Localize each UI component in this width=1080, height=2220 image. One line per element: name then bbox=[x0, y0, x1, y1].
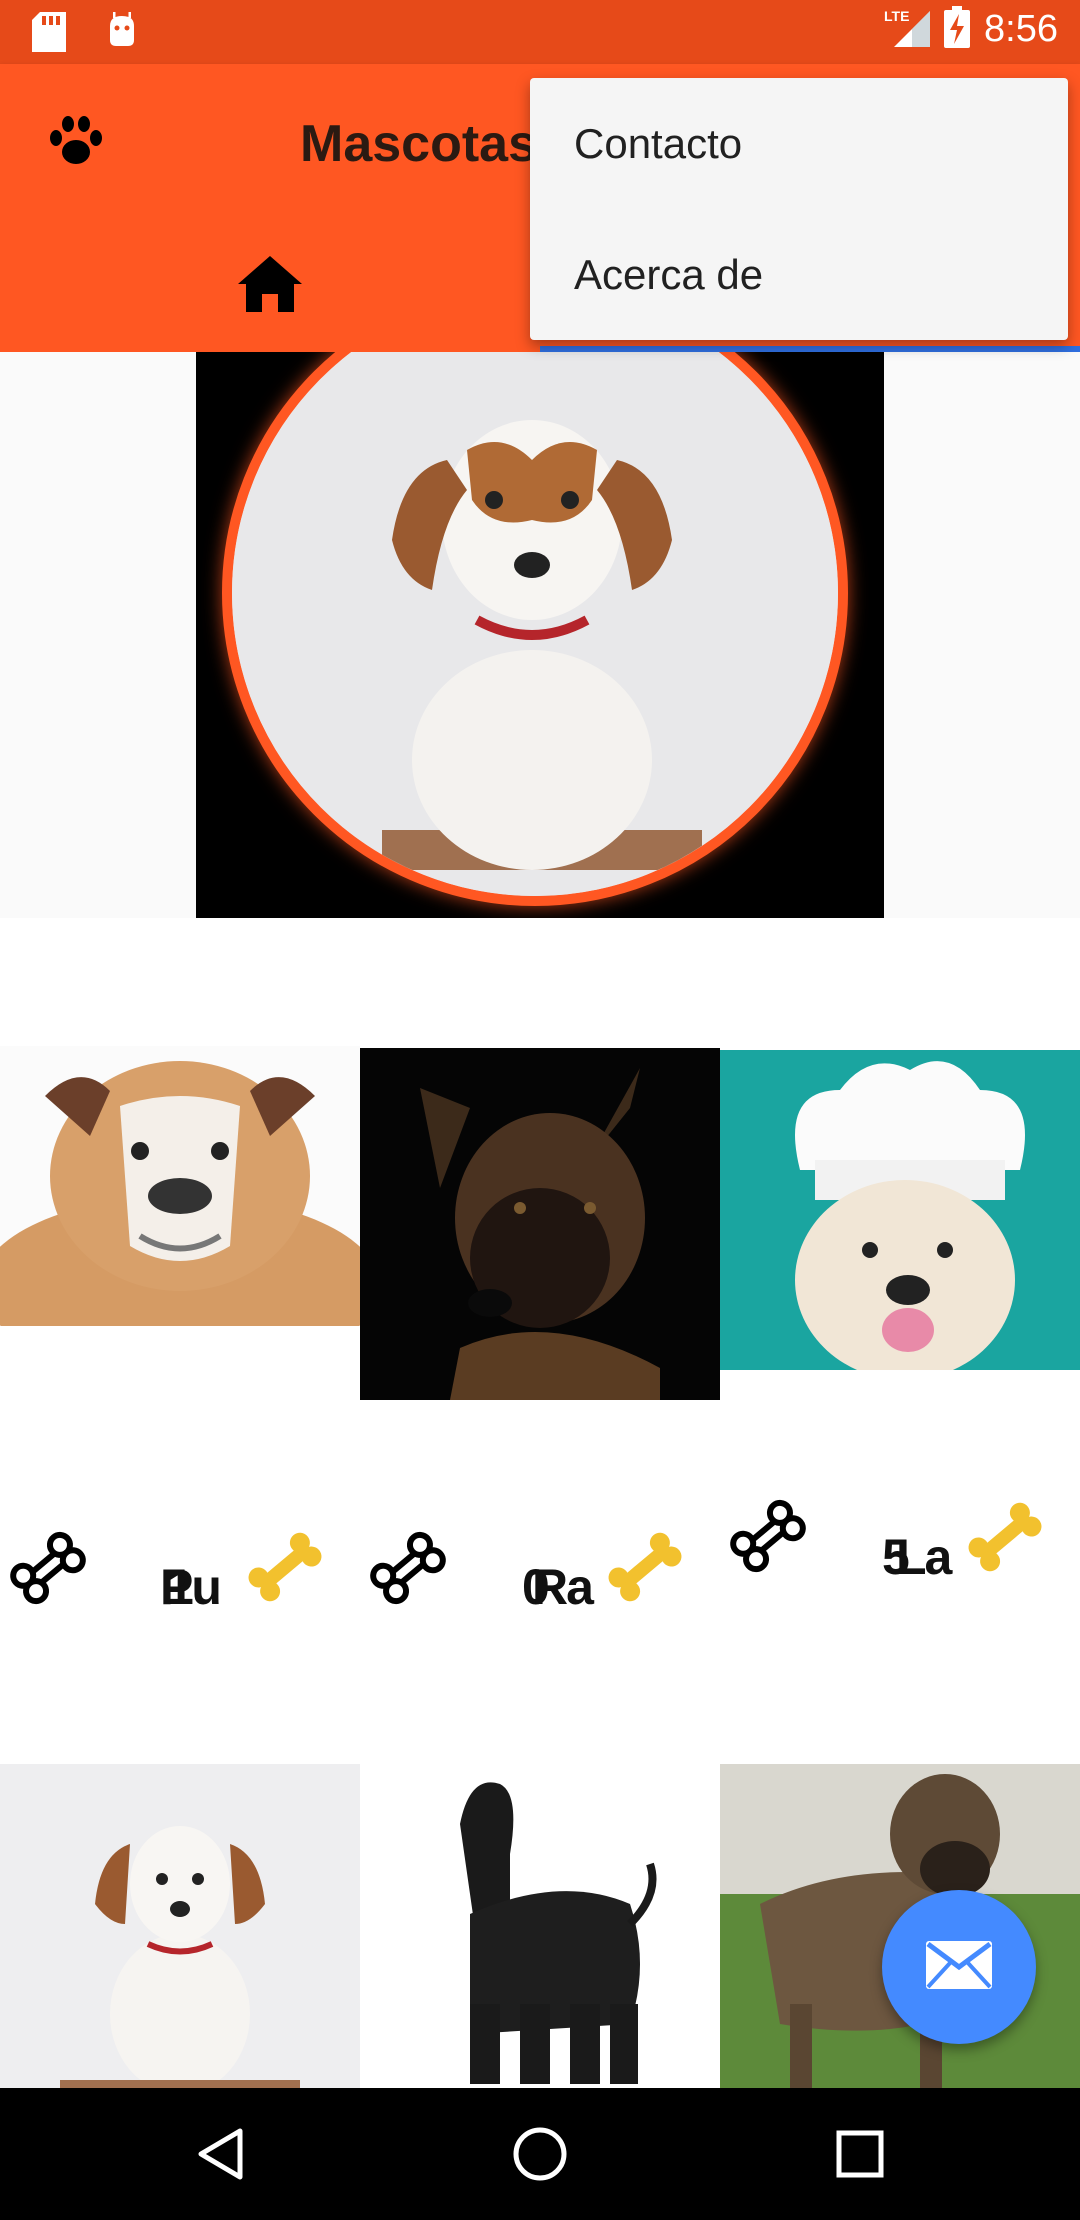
bone-yellow-icon bbox=[240, 1522, 330, 1617]
pet-card[interactable] bbox=[720, 1636, 1080, 2088]
sd-card-icon bbox=[32, 12, 66, 57]
recents-icon[interactable] bbox=[830, 2124, 890, 2184]
email-icon bbox=[926, 1940, 992, 1994]
bone-outline-icon[interactable] bbox=[728, 1496, 808, 1581]
tab-home[interactable] bbox=[0, 220, 540, 352]
android-debug-icon bbox=[104, 12, 140, 57]
bone-outline-icon[interactable] bbox=[368, 1528, 448, 1613]
signal-icon: LTE bbox=[884, 7, 931, 52]
status-time: 8:56 bbox=[984, 8, 1058, 50]
app-title: Mascotas bbox=[300, 115, 537, 173]
overflow-menu: Contacto Acerca de bbox=[530, 78, 1068, 340]
home-icon bbox=[236, 254, 304, 319]
svg-text:LTE: LTE bbox=[884, 8, 909, 24]
pet-photo-golden-chef bbox=[720, 1050, 1080, 1370]
pet-name: Pu bbox=[160, 1559, 222, 1615]
pet-photo-afghan-hound bbox=[360, 1764, 720, 2088]
pet-photo-german-shepherd bbox=[360, 1048, 720, 1400]
bone-yellow-icon bbox=[960, 1492, 1050, 1587]
pet-photo-bulldog bbox=[0, 1046, 360, 1326]
pet-photo-jack-russell bbox=[0, 1764, 360, 2088]
back-icon[interactable] bbox=[190, 2124, 250, 2184]
pet-name: La bbox=[896, 1529, 952, 1585]
email-fab-button[interactable] bbox=[882, 1890, 1036, 2044]
app-screen: LTE 8:56 Mascotas 1 Pu 0 Ra 5 La Contact… bbox=[0, 0, 1080, 2220]
bone-outline-icon[interactable] bbox=[8, 1528, 88, 1613]
home-circle-icon[interactable] bbox=[510, 2124, 570, 2184]
profile-photo[interactable] bbox=[222, 352, 848, 906]
pet-card[interactable] bbox=[0, 1636, 360, 2088]
pet-card[interactable]: 1 Pu bbox=[0, 918, 360, 1636]
pet-name: Ra bbox=[532, 1559, 594, 1615]
status-bar: LTE 8:56 bbox=[0, 0, 1080, 64]
pet-card[interactable]: 0 Ra bbox=[360, 918, 720, 1636]
battery-charging-icon bbox=[944, 6, 971, 53]
bone-yellow-icon bbox=[600, 1522, 690, 1617]
pet-card[interactable] bbox=[360, 1636, 720, 2088]
menu-item-acerca-de[interactable]: Acerca de bbox=[530, 209, 1068, 340]
paw-icon[interactable] bbox=[48, 114, 104, 175]
profile-banner bbox=[196, 352, 884, 918]
menu-item-contacto[interactable]: Contacto bbox=[530, 78, 1068, 209]
pet-card[interactable]: 5 La bbox=[720, 918, 1080, 1636]
system-nav-bar bbox=[0, 2088, 1080, 2220]
